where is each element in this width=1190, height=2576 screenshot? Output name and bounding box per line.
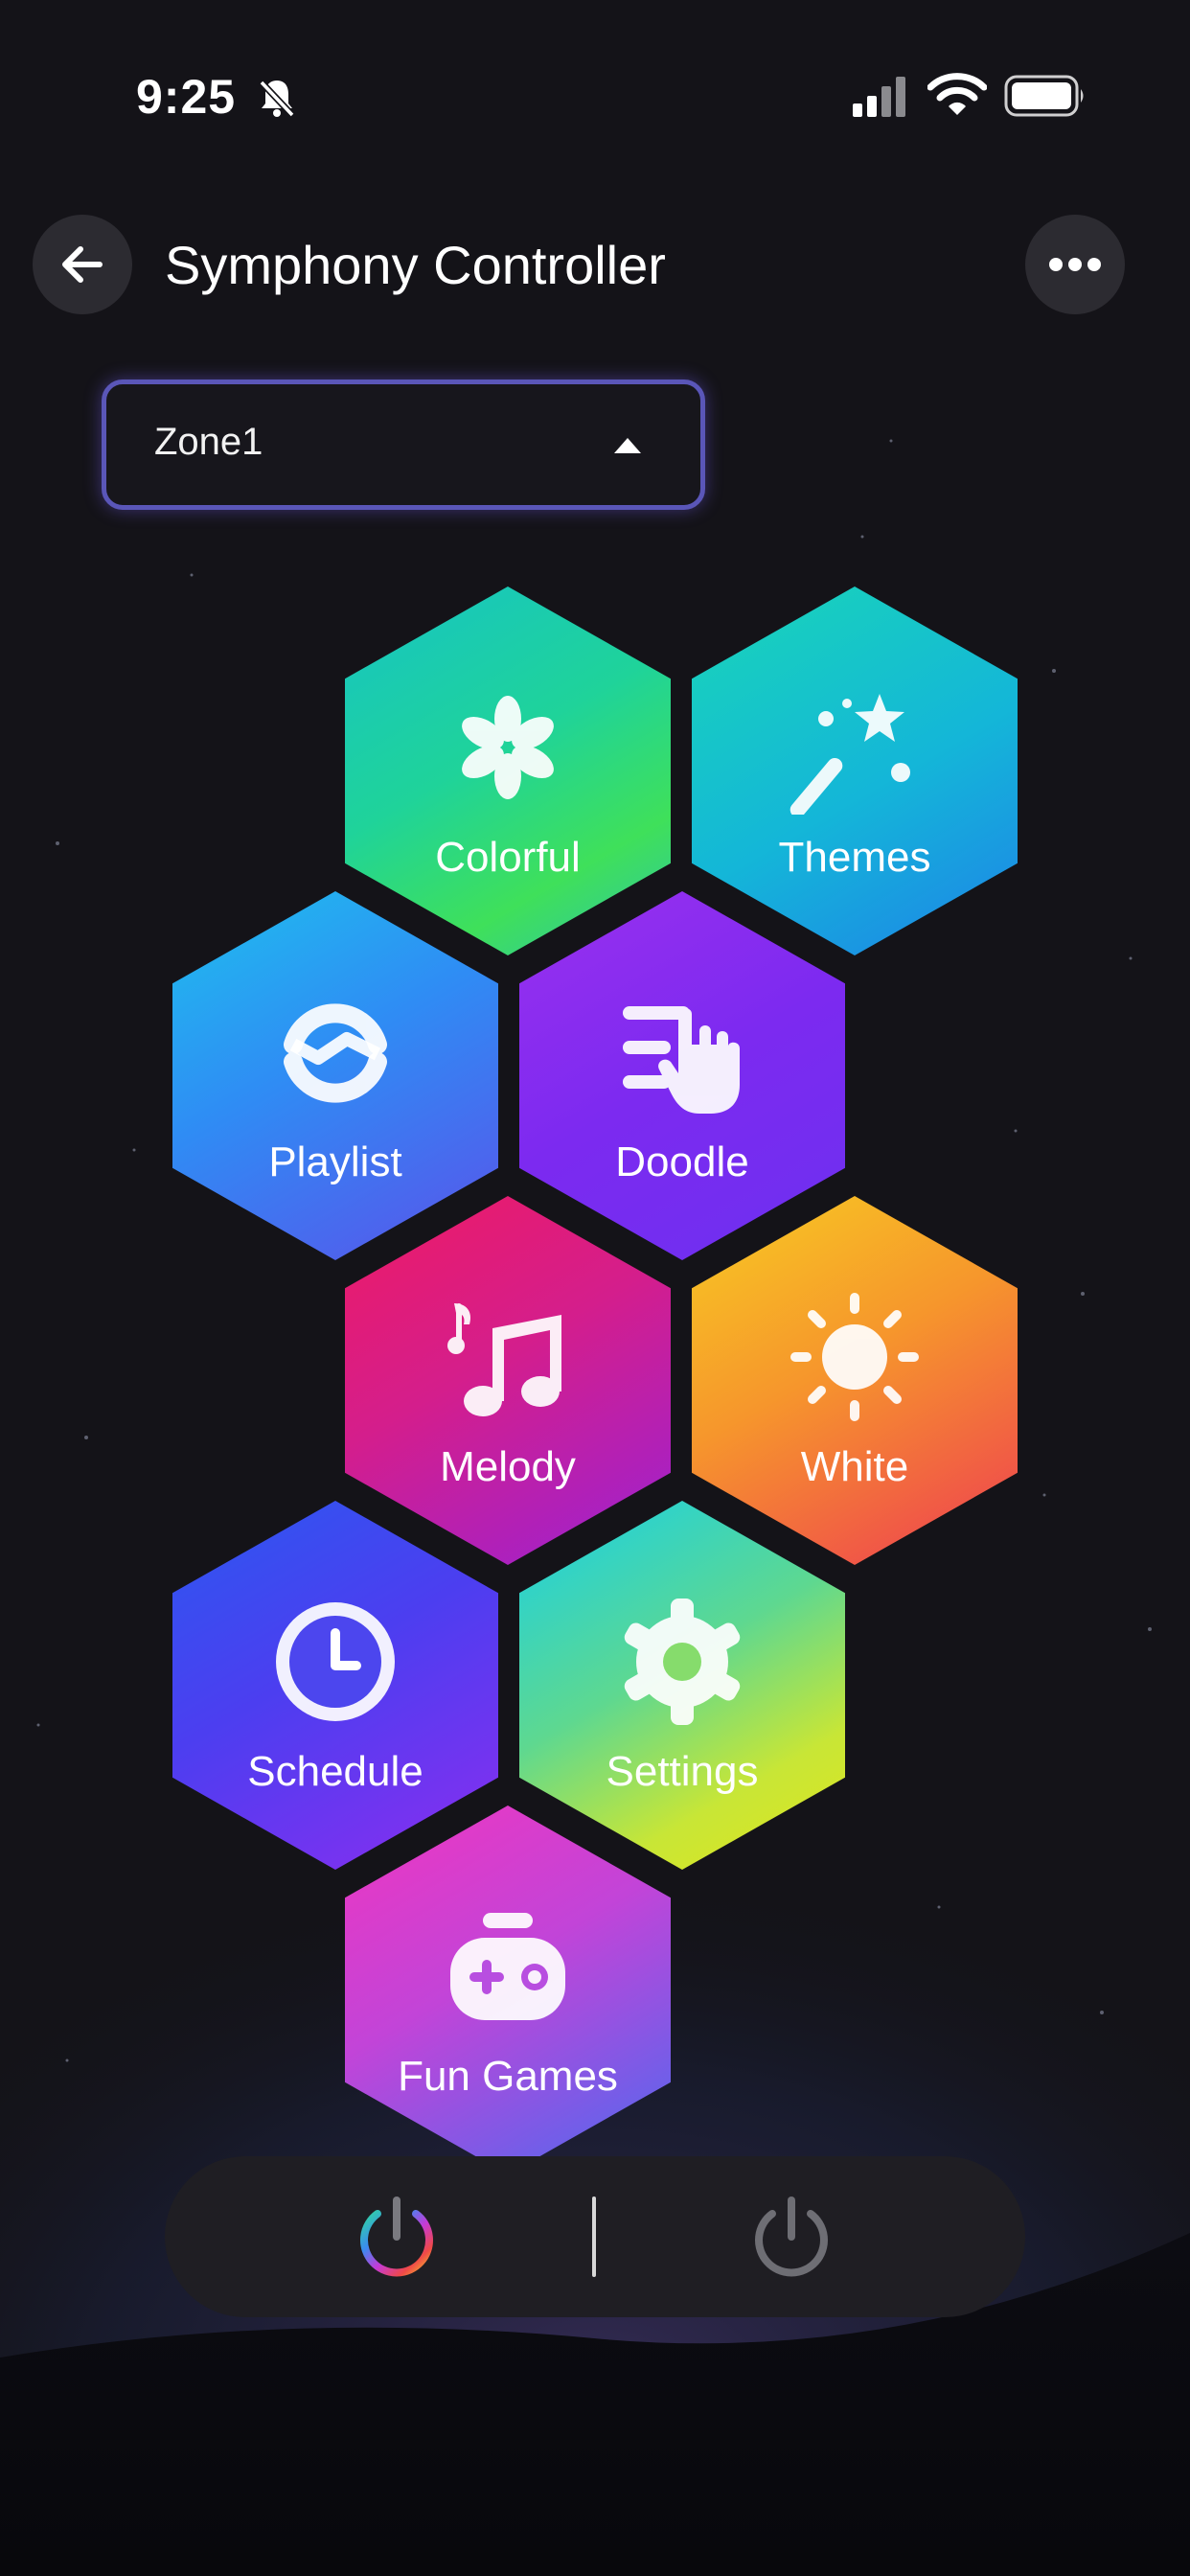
page-title: Symphony Controller [165,235,666,295]
hand-swipe-icon [623,1006,740,1114]
signal-icon [853,77,905,117]
flower-icon [462,696,554,799]
tile-label: Doodle [615,1138,749,1185]
music-note-icon [447,1303,561,1416]
gear-icon [624,1598,741,1725]
loop-icon [284,1003,387,1103]
sun-icon [790,1293,919,1421]
back-button[interactable] [33,215,132,314]
clock-icon [276,1602,395,1721]
power-icon[interactable] [747,2193,835,2281]
power-controls [165,2156,1025,2317]
zone-dropdown[interactable]: Zone1 [102,380,705,510]
tile-label: Playlist [268,1138,402,1185]
tile-label: Themes [778,834,931,881]
arrow-left-icon [62,246,103,283]
tile-label: White [800,1443,909,1490]
ellipsis-icon [1049,258,1101,271]
tile-label: Fun Games [398,2053,618,2100]
wifi-icon [927,73,987,115]
power-rainbow-icon[interactable] [353,2193,441,2281]
tile-label: Settings [606,1748,759,1795]
tile-label: Colorful [435,834,581,881]
bell-slash-icon [259,80,295,118]
status-time: 9:25 [136,70,237,124]
tile-label: Melody [440,1443,576,1490]
gamepad-icon [450,1913,565,2020]
caret-up-icon [614,438,641,453]
more-options-button[interactable] [1025,215,1125,314]
zone-selected-value: Zone1 [154,421,263,463]
divider [592,2196,596,2277]
battery-icon [1004,75,1084,117]
magic-wand-icon [790,694,910,815]
tile-label: Schedule [247,1748,423,1795]
